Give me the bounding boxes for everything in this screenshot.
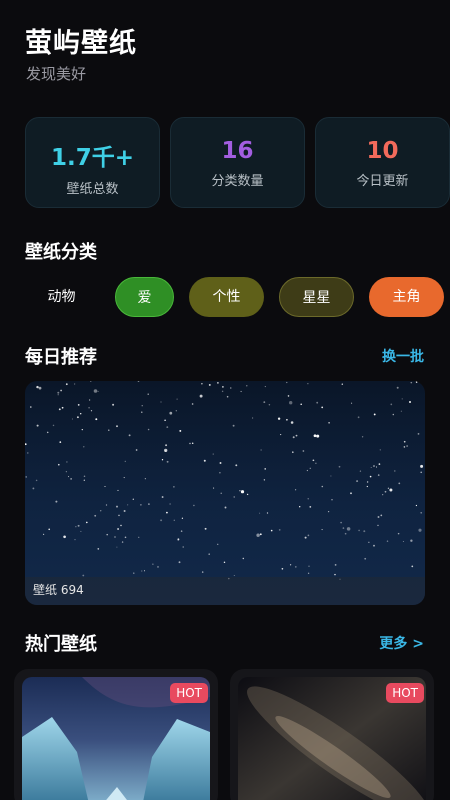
featured-caption: 壁纸 694 xyxy=(33,583,84,597)
stat-card-today: 10 今日更新 xyxy=(315,117,450,208)
stat-value: 1.7千+ xyxy=(50,145,134,171)
home-screen: 萤屿壁纸 发现美好 1.7千+ 壁纸总数 16 分类数量 10 今日更新 壁纸分… xyxy=(0,0,450,800)
stat-value: 10 xyxy=(366,138,399,164)
featured-caption-bar xyxy=(25,577,425,605)
starfield-image xyxy=(25,381,425,581)
stat-label: 今日更新 xyxy=(356,174,409,189)
app-title: 萤屿壁纸 xyxy=(25,28,137,59)
hot-wallpaper-card[interactable]: HOT xyxy=(14,669,218,800)
stat-card-categories: 16 分类数量 xyxy=(170,117,305,208)
categories-section-title: 壁纸分类 xyxy=(25,242,97,263)
hot-badge: HOT xyxy=(386,683,424,703)
stat-card-total: 1.7千+ 壁纸总数 xyxy=(25,117,160,208)
daily-section-title: 每日推荐 xyxy=(25,347,97,368)
featured-wallpaper[interactable]: 壁纸 694 xyxy=(25,381,425,605)
stat-value: 16 xyxy=(221,138,254,164)
stat-label: 分类数量 xyxy=(211,174,264,189)
category-chip-love[interactable]: 爱 xyxy=(115,277,174,317)
refresh-batch-link[interactable]: 换一批 xyxy=(382,346,424,366)
stat-label: 壁纸总数 xyxy=(66,182,119,197)
hot-badge: HOT xyxy=(170,683,208,703)
more-link[interactable]: 更多 > xyxy=(379,633,424,653)
category-chip-animals[interactable]: 动物 xyxy=(24,277,99,317)
app-subtitle: 发现美好 xyxy=(26,65,87,83)
category-chip-stars[interactable]: 星星 xyxy=(279,277,354,317)
hot-section-title: 热门壁纸 xyxy=(25,634,97,655)
category-chip-protagonist[interactable]: 主角 xyxy=(369,277,444,317)
hot-wallpaper-card[interactable]: HOT xyxy=(230,669,434,800)
category-chip-personality[interactable]: 个性 xyxy=(189,277,264,317)
